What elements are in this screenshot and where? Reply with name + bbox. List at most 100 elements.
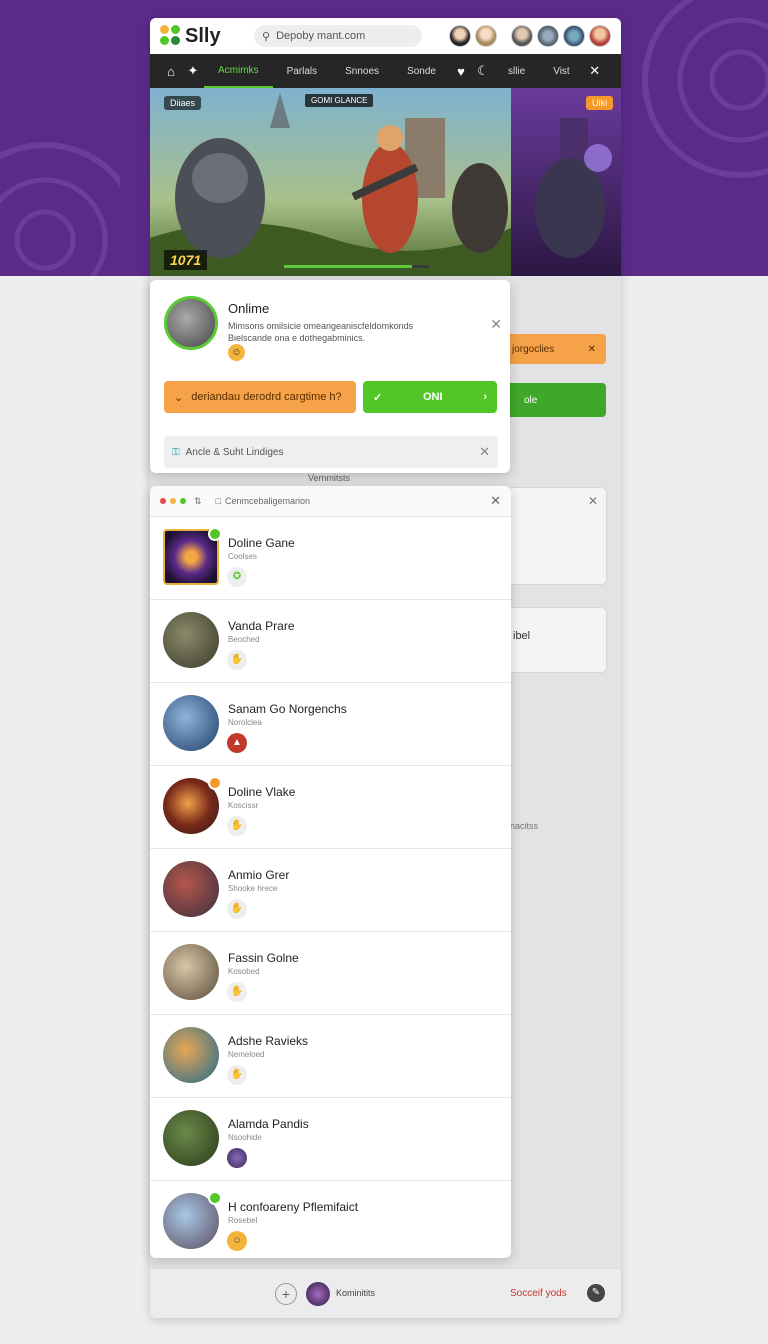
bottom-bar: + Kominitits Socceif yods ✎ (150, 1268, 621, 1318)
item-sub: Kosobed (228, 967, 260, 976)
popup-title: Onlime (228, 301, 270, 316)
side-green-button[interactable]: ole (510, 383, 606, 417)
window-dot-yellow[interactable] (170, 498, 176, 504)
avatar[interactable] (164, 296, 218, 350)
flame-icon[interactable]: ▲ (227, 733, 247, 753)
close-icon[interactable]: ✕ (588, 494, 598, 508)
item-sub: Koscissr (228, 801, 259, 810)
sort-icon[interactable]: ⇅ (194, 496, 202, 507)
logo-icon (160, 25, 182, 47)
list-item[interactable]: Alamda Pandis Nsoohide (150, 1098, 511, 1181)
tab-vist[interactable]: Vist (539, 54, 584, 88)
avatar[interactable] (537, 25, 559, 47)
window-dot-red[interactable] (160, 498, 166, 504)
confirm-button-label: ONI (422, 391, 443, 403)
search-placeholder: Depoby mant.com (276, 30, 366, 42)
hero-chip: GOMI GLANCE (305, 94, 374, 107)
home-icon[interactable]: ⌂ (160, 64, 182, 79)
edit-icon[interactable]: ✎ (587, 1284, 605, 1302)
side-orange-button[interactable]: jorgoclies ✕ (510, 334, 606, 364)
hand-icon[interactable]: ✋ (227, 982, 247, 1002)
list-item[interactable]: Adshe Ravieks Nemeloed ✋ (150, 1015, 511, 1098)
close-icon[interactable]: ✕ (490, 316, 502, 333)
hand-icon[interactable]: ✋ (227, 650, 247, 670)
search-input[interactable]: ⚲ Depoby mant.com (254, 25, 422, 47)
item-sub: Nsoohide (228, 1133, 262, 1142)
app-name: Slly (185, 24, 221, 47)
side-faint-label: nacitss (510, 821, 539, 831)
list-item[interactable]: H confoareny Pflemifaict Rosebel ☺ (150, 1181, 511, 1258)
close-icon[interactable]: ✕ (584, 63, 606, 79)
hand-icon[interactable]: ✋ (227, 816, 247, 836)
wand-icon[interactable]: ✦ (182, 63, 204, 79)
clear-icon[interactable]: ✕ (479, 444, 490, 460)
avatar-icon[interactable] (227, 1148, 247, 1168)
list-item[interactable]: Sanam Go Norgenchs Norolclea ▲ (150, 683, 511, 766)
side-strip: Vernmitsts (270, 473, 510, 485)
close-icon[interactable]: ✕ (490, 493, 501, 509)
hero-banner[interactable]: Diiaes GOMI GLANCE Uiki 1071 (150, 88, 621, 276)
item-name: Fassin Golne (228, 951, 299, 965)
online-status-icon (208, 1191, 222, 1205)
chevron-right-icon: › (483, 391, 487, 403)
tab-sonde[interactable]: Sonde (393, 54, 450, 88)
list-item[interactable]: Doline Vlake Koscissr ✋ (150, 766, 511, 849)
gear-decoration-left (0, 142, 120, 276)
confirm-button[interactable]: ✓ ONI › (363, 381, 497, 413)
language-field[interactable]: ⚿ Ancle & Suht Lindiges ✕ (164, 436, 498, 468)
avatar (163, 861, 219, 917)
add-button[interactable]: + (275, 1283, 297, 1305)
hero-progress (284, 265, 429, 268)
avatar[interactable] (563, 25, 585, 47)
avatar[interactable] (306, 1282, 330, 1306)
tab-sllie[interactable]: sllie (494, 54, 539, 88)
list-item[interactable]: Vanda Prare Beoched ✋ (150, 600, 511, 683)
app-logo[interactable]: Slly (160, 25, 250, 48)
side-card-text: ibel (513, 630, 531, 642)
close-icon[interactable]: ✕ (588, 344, 596, 355)
side-green-label: ole (524, 394, 538, 406)
list-item[interactable]: Fassin Golne Kosobed ✋ (150, 932, 511, 1015)
bottom-red-link[interactable]: Socceif yods (510, 1288, 567, 1299)
popup-description: Mimsons omilsicie omeangeaniscfeldomkond… (228, 321, 414, 343)
moon-icon[interactable]: ☾ (472, 63, 494, 79)
status-badge (208, 776, 222, 790)
tab-snnoes[interactable]: Snnoes (331, 54, 393, 88)
heart-icon[interactable]: ♥ (450, 64, 472, 79)
hero-progress-fill (284, 265, 412, 268)
list-item[interactable]: Anmio Grer Shooke hrece ✋ (150, 849, 511, 932)
decline-button[interactable]: ⌄ deriandau derodrd cargtime h? (164, 381, 356, 413)
avatar (163, 695, 219, 751)
list-header-title: Cenmcebaligemarion (224, 496, 311, 506)
sparkle-icon[interactable]: ✪ (227, 567, 247, 587)
tab-acmimks[interactable]: Acmimks (204, 54, 273, 88)
item-name: Anmio Grer (228, 868, 290, 882)
tab-parlals[interactable]: Parlals (273, 54, 332, 88)
player-list-panel: ⇅ □ Cenmcebaligemarion ✕ Doline Gane Coo… (150, 486, 511, 1258)
bottom-label: Kominitits (336, 1288, 376, 1298)
item-sub: Rosebel (228, 1216, 258, 1225)
avatar (163, 1110, 219, 1166)
item-name: Doline Vlake (228, 785, 296, 799)
smile-icon[interactable]: ☺ (227, 1231, 247, 1251)
user-avatars (449, 25, 611, 47)
hand-icon[interactable]: ✋ (227, 1065, 247, 1085)
item-sub: Shooke hrece (228, 884, 278, 893)
decline-button-label: deriandau derodrd cargtime h? (191, 391, 342, 403)
window-icon: □ (215, 496, 221, 506)
avatar[interactable] (589, 25, 611, 47)
avatar[interactable] (449, 25, 471, 47)
avatar[interactable] (511, 25, 533, 47)
list-header: ⇅ □ Cenmcebaligemarion ✕ (150, 486, 511, 517)
item-name: Adshe Ravieks (228, 1034, 309, 1048)
side-card-label: ibel (510, 607, 607, 673)
hand-icon[interactable]: ✋ (227, 899, 247, 919)
language-field-label: Ancle & Suht Lindiges (185, 446, 284, 458)
item-sub: Beoched (228, 635, 260, 644)
hero-score: 1071 (164, 250, 208, 270)
window-dot-green[interactable] (180, 498, 186, 504)
list-item[interactable]: Doline Gane Coolses ✪ (150, 517, 511, 600)
chevron-down-icon: ⌄ (174, 391, 184, 404)
online-status-icon (208, 527, 222, 541)
avatar[interactable] (475, 25, 497, 47)
